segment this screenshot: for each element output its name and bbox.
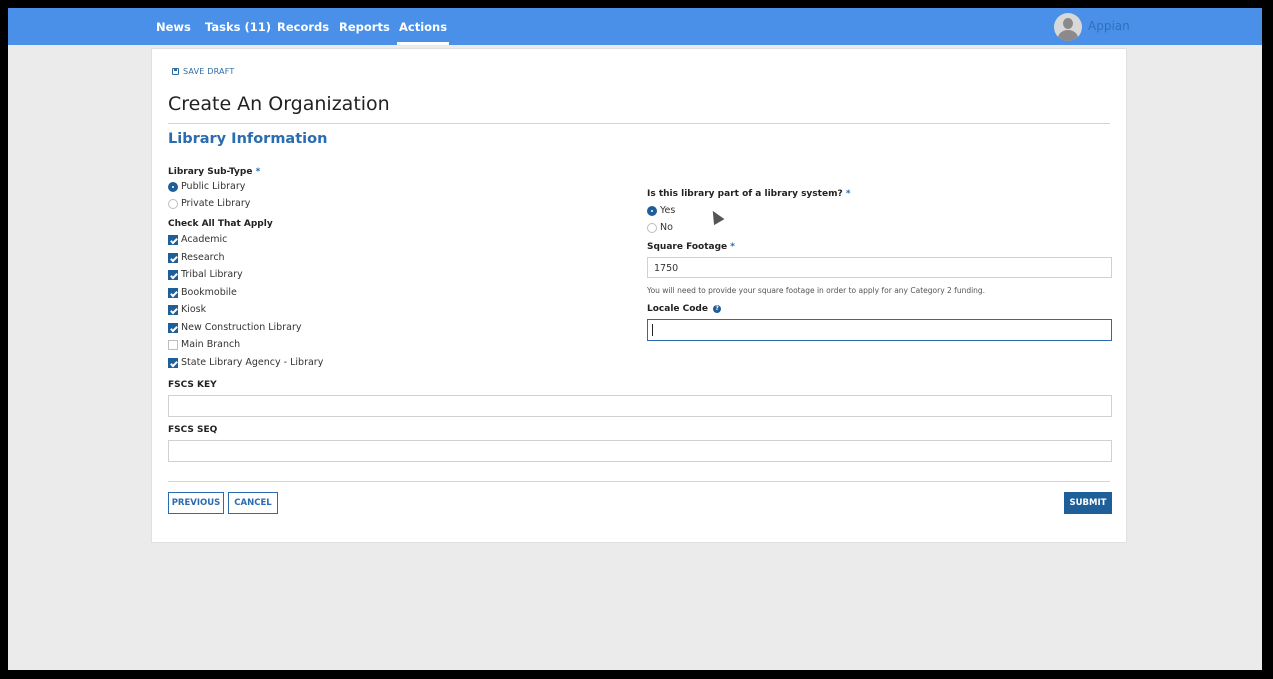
- square-footage-input[interactable]: 1750: [647, 257, 1112, 278]
- tab-reports[interactable]: Reports: [339, 20, 390, 34]
- checkbox-label: Main Branch: [181, 339, 241, 350]
- submit-button[interactable]: SUBMIT: [1064, 492, 1112, 514]
- fscs-key-input[interactable]: [168, 395, 1112, 417]
- required-mark: *: [845, 189, 851, 199]
- checkbox-research[interactable]: Research: [168, 252, 225, 263]
- checkbox-tribal-library[interactable]: Tribal Library: [168, 269, 243, 280]
- footer-divider: [168, 481, 1110, 482]
- radio-label: Public Library: [181, 181, 246, 192]
- locale-code-label: Locale Code ?: [647, 304, 722, 314]
- radio-selected-icon: [168, 181, 178, 192]
- cancel-button[interactable]: CANCEL: [228, 492, 278, 514]
- radio-yes[interactable]: Yes: [647, 205, 675, 216]
- radio-empty-icon: [647, 222, 657, 233]
- save-draft-label: SAVE DRAFT: [183, 67, 235, 76]
- text-caret: [652, 324, 653, 336]
- radio-private-library[interactable]: Private Library: [168, 198, 250, 209]
- checkbox-label: Research: [181, 252, 225, 263]
- locale-code-label-text: Locale Code: [647, 304, 708, 314]
- checkbox-state-library-agency[interactable]: State Library Agency - Library: [168, 357, 323, 368]
- avatar-body-icon: [1058, 30, 1078, 41]
- checkbox-checked-icon: [168, 252, 178, 263]
- radio-label: No: [660, 222, 673, 233]
- library-system-label-text: Is this library part of a library system…: [647, 189, 843, 199]
- user-avatar[interactable]: [1054, 13, 1082, 41]
- help-icon[interactable]: ?: [713, 304, 722, 313]
- tab-actions[interactable]: Actions: [396, 20, 450, 45]
- locale-code-input[interactable]: [647, 319, 1112, 341]
- radio-public-library[interactable]: Public Library: [168, 181, 245, 192]
- avatar-head-icon: [1063, 18, 1073, 29]
- fscs-key-label: FSCS KEY: [168, 380, 217, 390]
- checkbox-label: Tribal Library: [181, 269, 243, 280]
- checkbox-label: State Library Agency - Library: [181, 357, 324, 368]
- form-card: SAVE DRAFT Create An Organization Librar…: [151, 48, 1127, 543]
- tab-tasks[interactable]: Tasks (11): [205, 20, 271, 34]
- page-title: Create An Organization: [168, 93, 390, 115]
- required-mark: *: [730, 242, 736, 252]
- radio-no[interactable]: No: [647, 222, 673, 233]
- checkbox-checked-icon: [168, 287, 178, 298]
- checkbox-checked-icon: [168, 234, 178, 245]
- fscs-seq-label: FSCS SEQ: [168, 425, 218, 435]
- required-mark: *: [255, 167, 261, 177]
- radio-label: Private Library: [181, 198, 251, 209]
- square-footage-label-text: Square Footage: [647, 242, 728, 252]
- fscs-seq-input[interactable]: [168, 440, 1112, 462]
- title-divider: [168, 123, 1110, 124]
- library-subtype-label-text: Library Sub-Type: [168, 167, 253, 177]
- tab-records[interactable]: Records: [277, 20, 329, 34]
- app-name: Appian: [1088, 19, 1130, 33]
- section-title: Library Information: [168, 131, 328, 147]
- top-navbar: News Tasks (11) Records Reports Actions …: [8, 8, 1262, 45]
- checkbox-bookmobile[interactable]: Bookmobile: [168, 287, 237, 298]
- checkbox-label: New Construction Library: [181, 322, 302, 333]
- radio-selected-icon: [647, 205, 657, 216]
- checkbox-academic[interactable]: Academic: [168, 234, 227, 245]
- checkbox-label: Kiosk: [181, 304, 207, 315]
- checkbox-checked-icon: [168, 322, 178, 333]
- checkbox-label: Academic: [181, 234, 228, 245]
- floppy-disk-icon: [172, 68, 179, 75]
- save-draft-link[interactable]: SAVE DRAFT: [172, 67, 234, 76]
- checkbox-main-branch[interactable]: Main Branch: [168, 339, 240, 350]
- square-footage-hint: You will need to provide your square foo…: [647, 286, 986, 295]
- checkbox-kiosk[interactable]: Kiosk: [168, 304, 206, 315]
- library-subtype-label: Library Sub-Type *: [168, 167, 260, 177]
- square-footage-label: Square Footage *: [647, 242, 735, 252]
- checkbox-checked-icon: [168, 269, 178, 280]
- app-screen: News Tasks (11) Records Reports Actions …: [8, 8, 1262, 670]
- radio-empty-icon: [168, 198, 178, 209]
- checkbox-unchecked-icon: [168, 339, 178, 350]
- checkbox-label: Bookmobile: [181, 287, 237, 298]
- check-all-label: Check All That Apply: [168, 219, 273, 229]
- tab-news[interactable]: News: [156, 20, 191, 34]
- checkbox-checked-icon: [168, 357, 178, 368]
- library-system-label: Is this library part of a library system…: [647, 189, 851, 199]
- previous-button[interactable]: PREVIOUS: [168, 492, 224, 514]
- checkbox-new-construction-library[interactable]: New Construction Library: [168, 322, 301, 333]
- radio-label: Yes: [660, 205, 676, 216]
- checkbox-checked-icon: [168, 304, 178, 315]
